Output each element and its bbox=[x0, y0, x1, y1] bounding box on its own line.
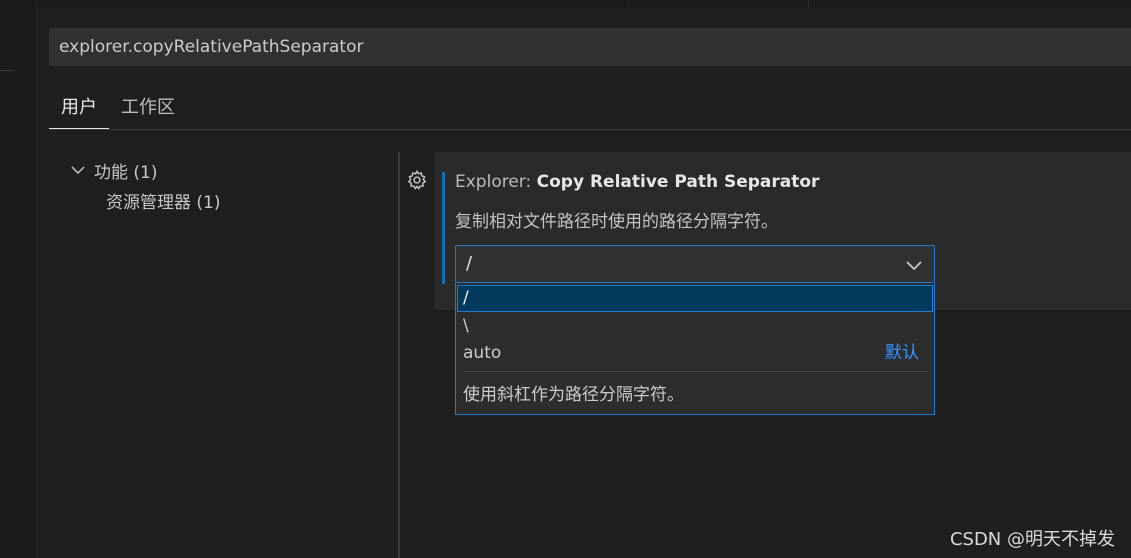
setting-name: Copy Relative Path Separator bbox=[536, 172, 820, 192]
setting-focus-indicator bbox=[442, 172, 445, 284]
chevron-down-icon bbox=[71, 166, 85, 175]
toc-item-features[interactable]: 功能 (1) bbox=[68, 155, 220, 185]
top-tab-segment bbox=[988, 0, 1131, 8]
top-tab-segment bbox=[0, 0, 37, 8]
settings-scope-tabs: 用户 工作区 bbox=[49, 88, 187, 130]
setting-description: 复制相对文件路径时使用的路径分隔字符。 bbox=[455, 212, 778, 232]
option-slash[interactable]: / bbox=[457, 285, 933, 312]
setting-category: Explorer: bbox=[455, 172, 537, 192]
pane-splitter[interactable] bbox=[398, 152, 400, 558]
select-dropdown-list: / \ auto 默认 使用斜杠作为路径分隔字符。 bbox=[455, 283, 935, 415]
option-label: \ bbox=[463, 316, 469, 336]
top-tab-segment bbox=[36, 0, 629, 8]
option-auto[interactable]: auto 默认 bbox=[457, 340, 933, 367]
chevron-down-icon bbox=[906, 261, 922, 271]
default-badge: 默认 bbox=[885, 343, 919, 363]
select-current-value: / bbox=[466, 253, 473, 274]
toc-item-label: 功能 (1) bbox=[94, 162, 158, 183]
settings-toc-tree: 功能 (1) 资源管理器 (1) bbox=[68, 155, 220, 215]
settings-search-input[interactable] bbox=[59, 37, 959, 57]
top-tab-strip bbox=[0, 0, 1131, 8]
top-tab-segment bbox=[628, 0, 809, 8]
toc-item-label: 资源管理器 (1) bbox=[106, 192, 221, 213]
tabs-divider bbox=[49, 129, 1131, 130]
option-label: / bbox=[463, 288, 469, 308]
watermark: CSDN @明天不掉发 bbox=[949, 529, 1115, 550]
tab-workspace[interactable]: 工作区 bbox=[109, 88, 187, 125]
setting-title: Explorer: Copy Relative Path Separator bbox=[455, 172, 819, 192]
gear-icon[interactable] bbox=[406, 169, 428, 191]
tab-user[interactable]: 用户 bbox=[49, 88, 109, 130]
toc-item-explorer[interactable]: 资源管理器 (1) bbox=[68, 185, 220, 215]
option-label: auto bbox=[463, 343, 502, 363]
sidebar-divider bbox=[0, 70, 14, 71]
option-backslash[interactable]: \ bbox=[457, 313, 933, 340]
settings-search-box[interactable] bbox=[49, 28, 1131, 66]
dropdown-divider bbox=[464, 371, 928, 372]
option-description: 使用斜杠作为路径分隔字符。 bbox=[463, 385, 684, 405]
separator-select[interactable]: / bbox=[455, 245, 935, 283]
left-sidebar-edge bbox=[0, 8, 37, 558]
